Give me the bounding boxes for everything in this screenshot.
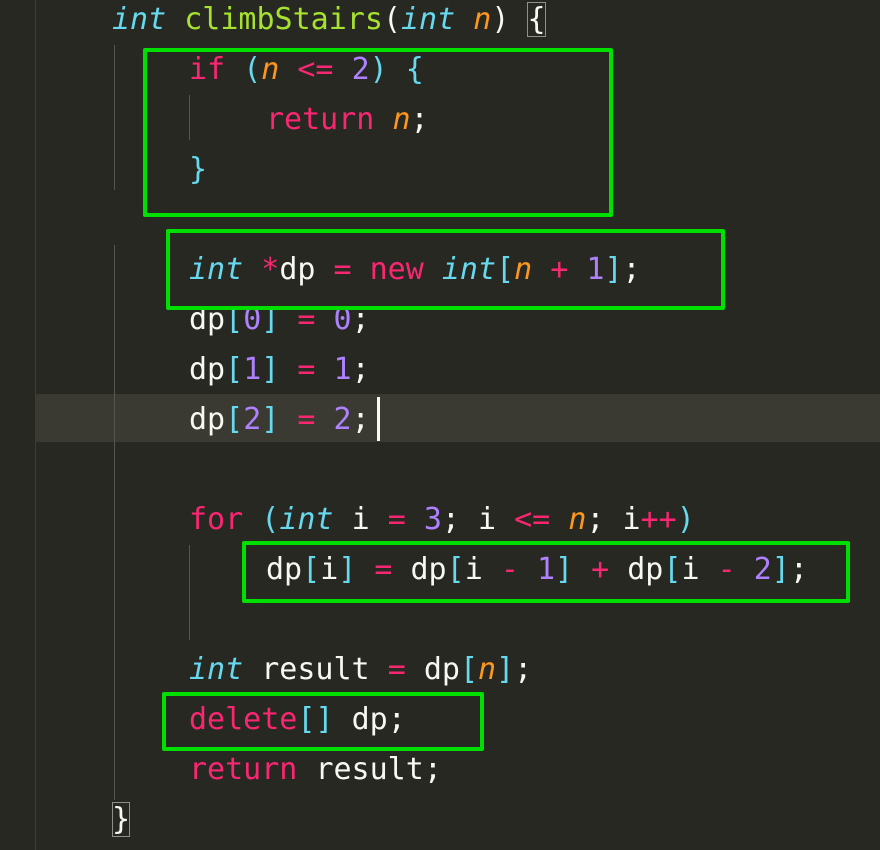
token-number: 1 bbox=[243, 352, 262, 387]
token-operator: <= bbox=[514, 502, 551, 537]
token-type: int bbox=[401, 2, 456, 37]
token-type: int bbox=[112, 2, 167, 37]
token-variable: i bbox=[622, 502, 641, 537]
token-operator: ++ bbox=[640, 502, 677, 537]
code-line-16[interactable]: } bbox=[112, 795, 131, 845]
token-paren: ) bbox=[491, 2, 510, 37]
token-brace-matched: } bbox=[112, 802, 131, 837]
token-bracket: [ bbox=[225, 402, 244, 437]
token-number: 1 bbox=[333, 352, 352, 387]
code-line-15[interactable]: return result; bbox=[189, 745, 442, 795]
token-semicolon: ; bbox=[351, 402, 370, 437]
token-number: 3 bbox=[423, 502, 442, 537]
token-param: n bbox=[568, 502, 587, 537]
token-keyword: for bbox=[189, 502, 244, 537]
token-bracket: ] bbox=[261, 402, 280, 437]
token-operator: = bbox=[297, 402, 316, 437]
token-param: n bbox=[473, 2, 492, 37]
token-operator: = bbox=[387, 502, 406, 537]
token-semicolon: ; bbox=[351, 352, 370, 387]
indent-guide bbox=[114, 45, 115, 190]
token-bracket: [ bbox=[225, 352, 244, 387]
token-paren: ( bbox=[261, 502, 280, 537]
token-bracket: [ bbox=[459, 652, 478, 687]
token-variable: result bbox=[261, 652, 370, 687]
code-line-10[interactable]: for (int i = 3; i <= n; i++) bbox=[189, 495, 695, 545]
token-semicolon: ; bbox=[423, 752, 442, 787]
token-keyword: return bbox=[189, 752, 298, 787]
token-param: n bbox=[478, 652, 497, 687]
token-type: int bbox=[279, 502, 334, 537]
code-line-7[interactable]: dp[1] = 1; bbox=[189, 345, 370, 395]
token-number: 2 bbox=[333, 402, 352, 437]
token-variable: result bbox=[315, 752, 424, 787]
token-bracket: ] bbox=[261, 352, 280, 387]
token-variable: i bbox=[478, 502, 497, 537]
code-line-13[interactable]: int result = dp[n]; bbox=[189, 645, 532, 695]
token-operator: = bbox=[297, 352, 316, 387]
token-semicolon: ; bbox=[586, 502, 605, 537]
token-semicolon: ; bbox=[514, 652, 533, 687]
token-paren: ) bbox=[676, 502, 695, 537]
token-type: int bbox=[189, 652, 244, 687]
indent-guide bbox=[189, 545, 190, 640]
code-line-8[interactable]: dp[2] = 2; bbox=[189, 395, 370, 445]
highlight-box-dp-allocation bbox=[166, 229, 725, 310]
token-variable: dp bbox=[189, 352, 226, 387]
token-semicolon: ; bbox=[441, 502, 460, 537]
text-caret bbox=[377, 397, 380, 441]
token-function-name: climbStairs bbox=[184, 2, 383, 37]
token-variable: dp bbox=[189, 402, 226, 437]
token-operator: = bbox=[387, 652, 406, 687]
token-variable: dp bbox=[423, 652, 460, 687]
token-number: 2 bbox=[243, 402, 262, 437]
highlight-box-delete bbox=[162, 692, 484, 751]
token-paren: ( bbox=[382, 2, 401, 37]
token-variable: i bbox=[351, 502, 370, 537]
indent-guide bbox=[114, 245, 115, 800]
code-line-1[interactable]: int climbStairs(int n) { bbox=[112, 0, 546, 45]
highlight-box-if-block bbox=[143, 48, 613, 217]
token-bracket: ] bbox=[496, 652, 515, 687]
token-brace-matched: { bbox=[527, 2, 546, 37]
highlight-box-recurrence bbox=[242, 541, 850, 603]
code-editor[interactable]: int climbStairs(int n) { if (n <= 2) { r… bbox=[0, 0, 880, 850]
current-line-highlight bbox=[36, 394, 880, 442]
